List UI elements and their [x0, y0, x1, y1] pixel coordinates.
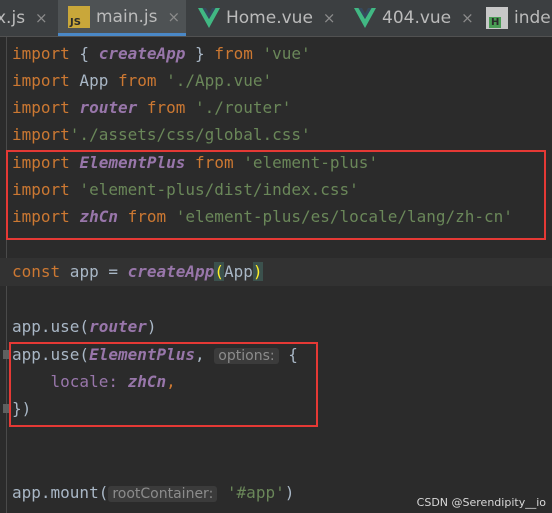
punct: ): [146, 317, 157, 336]
keyword: from: [214, 44, 253, 63]
editor-tab-bar: x.js × JS main.js × Home.vue × 404.vue ×…: [0, 0, 552, 37]
code-line-1[interactable]: import { createApp } from 'vue': [12, 40, 311, 67]
punct: {: [69, 44, 99, 63]
watermark: CSDN @Serendipity__io: [416, 496, 546, 509]
tab-main-js[interactable]: JS main.js ×: [58, 0, 186, 36]
identifier: createApp: [98, 44, 186, 63]
keyword: import: [12, 71, 70, 90]
tab-label: Home.vue: [226, 8, 313, 28]
argument: App: [223, 262, 253, 281]
string: './assets/css/global.css': [69, 125, 311, 144]
tab-label: x.js: [0, 8, 26, 28]
string: '#app': [217, 483, 285, 502]
punct: ): [284, 483, 295, 502]
close-icon[interactable]: ×: [461, 9, 474, 27]
argument: router: [89, 317, 147, 336]
annotation-box-use: [9, 342, 318, 427]
keyword: from: [117, 71, 157, 90]
tab-x-js[interactable]: x.js ×: [0, 0, 54, 36]
parameter-hint: rootContainer:: [108, 486, 218, 502]
keyword: from: [146, 98, 186, 117]
tab-404-vue[interactable]: 404.vue ×: [346, 0, 478, 36]
punct: }: [185, 44, 215, 63]
html-badge: H: [489, 17, 502, 28]
code-line-9[interactable]: app.use(router): [12, 313, 157, 340]
vue-file-icon: [198, 8, 220, 28]
identifier: router: [79, 98, 138, 117]
code-line-2[interactable]: import App from './App.vue': [12, 67, 272, 94]
code-line-8[interactable]: const app = createApp(App): [12, 258, 263, 285]
function-call: createApp: [127, 262, 215, 281]
variable: app =: [60, 262, 128, 281]
code-line-3[interactable]: import router from './router': [12, 94, 291, 121]
matched-paren: (: [214, 262, 224, 281]
tab-label: 404.vue: [382, 8, 452, 28]
html-file-icon: H: [486, 7, 508, 29]
annotation-box-imports: [6, 150, 546, 240]
matched-paren: ): [252, 262, 263, 281]
close-icon[interactable]: ×: [167, 8, 180, 26]
keyword: import: [12, 44, 70, 63]
identifier: App: [69, 71, 118, 90]
string: 'vue': [252, 44, 311, 63]
string: './App.vue': [156, 71, 273, 90]
code-line-4[interactable]: import'./assets/css/global.css': [12, 121, 311, 148]
vue-file-icon: [354, 8, 376, 28]
tab-index-html[interactable]: H inde: [478, 0, 552, 36]
code-line-13[interactable]: app.mount(rootContainer: '#app'): [12, 479, 294, 506]
keyword: import: [12, 125, 70, 144]
tab-home-vue[interactable]: Home.vue ×: [190, 0, 346, 36]
code-editor[interactable]: import { createApp } from 'vue' import A…: [0, 37, 552, 513]
keyword: import: [12, 98, 70, 117]
js-badge: JS: [70, 16, 81, 28]
call: app.mount(: [12, 483, 109, 502]
call: app.use(: [12, 317, 90, 336]
tab-label: main.js: [96, 6, 158, 27]
js-file-icon: JS: [68, 5, 90, 28]
string: './router': [185, 98, 292, 117]
close-icon[interactable]: ×: [35, 9, 48, 27]
close-icon[interactable]: ×: [323, 9, 336, 27]
keyword: const: [12, 262, 61, 281]
tab-label: inde: [514, 8, 551, 28]
